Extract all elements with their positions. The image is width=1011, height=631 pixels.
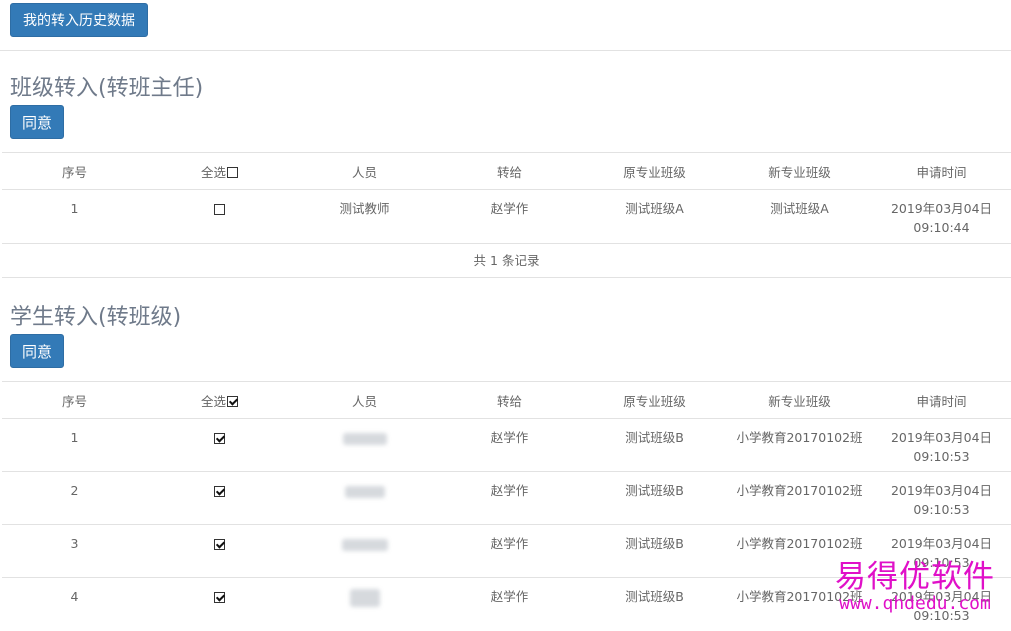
row-apply-time: 2019年03月04日 09:10:53	[872, 472, 1011, 525]
row-index: 1	[70, 201, 79, 216]
redacted-name	[344, 485, 385, 498]
column-header-old-class: 原专业班级	[623, 394, 686, 409]
row-checkbox-cell	[147, 525, 292, 578]
column-header-transfer-to: 转给	[496, 394, 522, 409]
row-person-redacted	[292, 472, 437, 525]
row-old-class: 测试班级B	[625, 483, 684, 498]
select-all-checkbox[interactable]	[227, 167, 238, 178]
row-transfer-to: 赵学作	[490, 201, 529, 216]
agree-button-label: 同意	[21, 114, 52, 132]
redacted-name	[341, 538, 388, 551]
row-apply-clock: 09:10:44	[913, 220, 970, 235]
select-all-label: 全选	[200, 165, 226, 180]
column-header-index: 序号	[61, 394, 87, 409]
column-header-apply-time: 申请时间	[916, 165, 967, 180]
row-apply-clock: 09:10:53	[913, 502, 970, 517]
row-index: 1	[70, 430, 79, 445]
row-checkbox[interactable]	[214, 592, 225, 603]
row-apply-time: 2019年03月04日 09:10:44	[872, 190, 1011, 244]
agree-button-label: 同意	[21, 343, 52, 361]
record-count: 共 1 条记录	[2, 243, 1011, 278]
row-checkbox-cell	[147, 190, 292, 244]
row-person-redacted	[292, 578, 437, 631]
agree-button-student-transfer[interactable]: 同意	[10, 334, 64, 368]
section-title-student-transfer: 学生转入(转班级)	[10, 305, 182, 330]
table-row: 2 赵学作 测试班级B 小学教育20170102班 2019年03月04日 09…	[2, 471, 1011, 525]
table-row: 1 测试教师 赵学作 测试班级A 测试班级A 2019年03月04日 09:10…	[2, 189, 1011, 244]
row-new-class: 小学教育20170102班	[736, 430, 863, 445]
agree-button-class-transfer[interactable]: 同意	[10, 105, 64, 139]
row-new-class: 小学教育20170102班	[736, 483, 863, 498]
column-header-new-class: 新专业班级	[768, 394, 831, 409]
row-old-class: 测试班级A	[625, 201, 684, 216]
history-data-button-label: 我的转入历史数据	[23, 13, 135, 29]
row-old-class: 测试班级B	[625, 589, 684, 604]
row-checkbox[interactable]	[214, 539, 225, 550]
row-transfer-to: 赵学作	[490, 430, 529, 445]
row-checkbox[interactable]	[214, 433, 225, 444]
redacted-name	[342, 432, 387, 445]
column-header-person: 人员	[351, 394, 377, 409]
row-apply-time: 2019年03月04日 09:10:53	[872, 419, 1011, 472]
select-all-label: 全选	[200, 394, 226, 409]
section-title-class-transfer: 班级转入(转班主任)	[10, 76, 204, 101]
column-header-index: 序号	[61, 165, 87, 180]
row-apply-clock: 09:10:53	[913, 449, 970, 464]
row-new-class: 测试班级A	[770, 201, 829, 216]
row-apply-date: 2019年03月04日	[890, 483, 993, 498]
column-header-new-class: 新专业班级	[768, 165, 831, 180]
column-header-person: 人员	[351, 165, 377, 180]
row-checkbox[interactable]	[214, 204, 225, 215]
row-old-class: 测试班级B	[625, 430, 684, 445]
column-header-apply-time: 申请时间	[916, 394, 967, 409]
row-person: 测试教师	[339, 201, 390, 216]
history-data-button[interactable]: 我的转入历史数据	[10, 3, 148, 37]
class-transfer-table: 序号 全选 人员 转给 原专业班级 新专业班级 申请时间 1 测试教师 赵学作 …	[2, 152, 1011, 244]
row-checkbox-cell	[147, 578, 292, 631]
row-person-redacted	[292, 525, 437, 578]
row-transfer-to: 赵学作	[490, 483, 529, 498]
row-apply-date: 2019年03月04日	[890, 536, 993, 551]
table-header-row: 序号 全选 人员 转给 原专业班级 新专业班级 申请时间	[2, 153, 1011, 190]
watermark-brand: 易得优软件	[835, 559, 995, 595]
select-all-checkbox[interactable]	[227, 396, 238, 407]
row-apply-date: 2019年03月04日	[890, 430, 993, 445]
redacted-name	[349, 588, 380, 607]
row-checkbox[interactable]	[214, 486, 225, 497]
column-header-select-all: 全选	[147, 153, 292, 190]
row-index: 2	[70, 483, 79, 498]
column-header-old-class: 原专业班级	[623, 165, 686, 180]
row-transfer-to: 赵学作	[490, 589, 529, 604]
table-header-row: 序号 全选 人员 转给 原专业班级 新专业班级 申请时间	[2, 382, 1011, 419]
watermark: 易得优软件 www.qhdedu.com	[835, 562, 995, 613]
row-index: 4	[70, 589, 79, 604]
column-header-select-all: 全选	[147, 382, 292, 419]
row-checkbox-cell	[147, 472, 292, 525]
divider	[0, 50, 1011, 51]
table-row: 1 赵学作 测试班级B 小学教育20170102班 2019年03月04日 09…	[2, 418, 1011, 472]
column-header-transfer-to: 转给	[496, 165, 522, 180]
row-apply-date: 2019年03月04日	[890, 201, 993, 216]
row-checkbox-cell	[147, 419, 292, 472]
row-old-class: 测试班级B	[625, 536, 684, 551]
row-transfer-to: 赵学作	[490, 536, 529, 551]
row-index: 3	[70, 536, 79, 551]
watermark-url: www.qhdedu.com	[839, 593, 991, 614]
row-person-redacted	[292, 419, 437, 472]
